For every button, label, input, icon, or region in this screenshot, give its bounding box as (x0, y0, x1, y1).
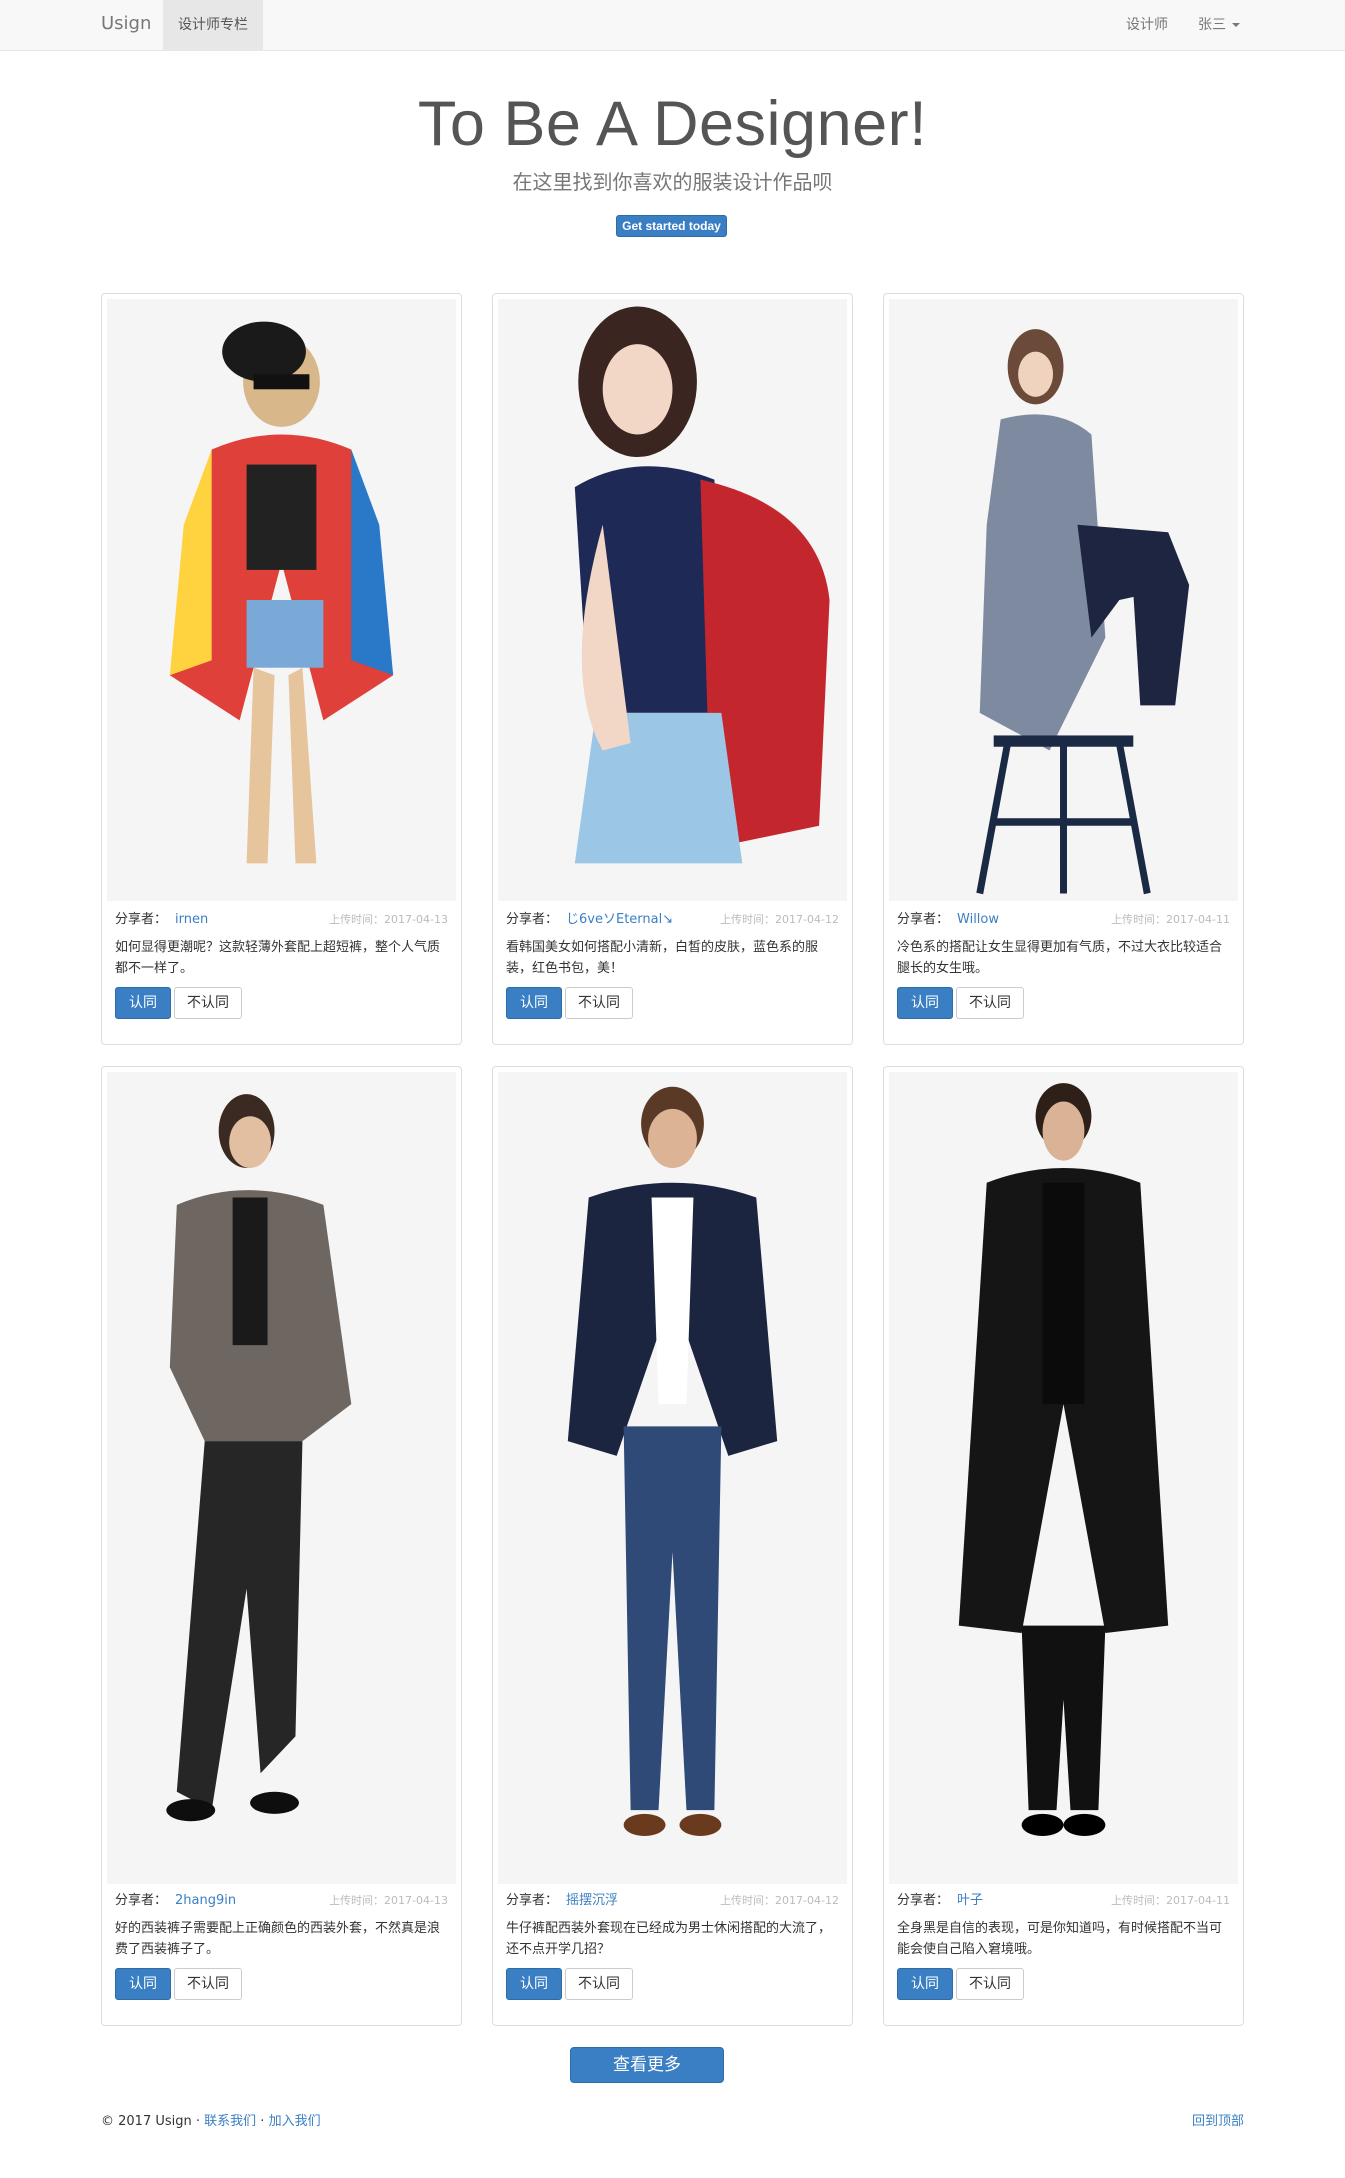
agree-button[interactable]: 认同 (897, 1968, 953, 2000)
design-card: 分享者： Willow 上传时间：2017-04-11 冷色系的搭配让女生显得更加… (883, 293, 1244, 1045)
upload-time: 上传时间：2017-04-11 (1111, 1894, 1230, 1907)
card-meta: 分享者： 2hang9in 上传时间：2017-04-13 (115, 1892, 448, 1910)
sharer-link[interactable]: 2hang9in (175, 1893, 236, 1908)
sharer-label: 分享者： (897, 912, 950, 927)
disagree-button[interactable]: 不认同 (174, 1968, 242, 2000)
sharer-link[interactable]: 摇摆沉浮 (566, 1893, 618, 1908)
nav-item-designer[interactable]: 设计师 (1126, 0, 1168, 50)
view-more-button[interactable]: 查看更多 (570, 2047, 724, 2083)
agree-button[interactable]: 认同 (506, 1968, 562, 2000)
card-meta: 分享者： じ6veソEternal↘ 上传时间：2017-04-12 (506, 911, 839, 929)
card-description: 好的西装裤子需要配上正确颜色的西装外套，不然真是浪费了西装裤子了。 (115, 1921, 441, 1957)
contact-us-link[interactable]: 联系我们 (204, 2114, 256, 2129)
back-to-top-link[interactable]: 回到顶部 (1192, 2113, 1244, 2131)
upload-time: 上传时间：2017-04-13 (329, 1894, 448, 1907)
sharer-link[interactable]: じ6veソEternal↘ (566, 912, 673, 927)
caret-down-icon (1232, 23, 1240, 27)
sharer-label: 分享者： (506, 912, 559, 927)
upload-time: 上传时间：2017-04-13 (329, 913, 448, 926)
disagree-button[interactable]: 不认同 (174, 987, 242, 1019)
design-image-girl-red-backpack[interactable] (498, 299, 847, 901)
agree-button[interactable]: 认同 (115, 1968, 171, 2000)
card-description: 牛仔裤配西装外套现在已经成为男士休闲搭配的大流了，还不点开学几招？ (506, 1921, 832, 1957)
footer-left: © 2017 Usign · 联系我们 · 加入我们 (101, 2113, 321, 2131)
sharer-link[interactable]: Willow (957, 912, 999, 927)
design-image-man-navy-blazer[interactable] (498, 1072, 847, 1884)
design-card: 分享者： 2hang9in 上传时间：2017-04-13 好的西装裤子需要配上正… (101, 1066, 462, 2026)
sharer-label: 分享者： (506, 1893, 559, 1908)
disagree-button[interactable]: 不认同 (956, 987, 1024, 1019)
user-menu-dropdown[interactable]: 张三 (1198, 0, 1240, 50)
sharer-label: 分享者： (115, 912, 168, 927)
upload-time: 上传时间：2017-04-12 (720, 1894, 839, 1907)
footer-separator: · (256, 2114, 269, 2129)
disagree-button[interactable]: 不认同 (565, 987, 633, 1019)
top-navbar: Usign 设计师专栏 设计师 张三 (0, 0, 1345, 51)
sharer-link[interactable]: 叶子 (957, 1893, 983, 1908)
card-description: 全身黑是自信的表现，可是你知道吗，有时候搭配不当可能会使自己陷入窘境哦。 (897, 1921, 1223, 1957)
design-image-man-black-coat[interactable] (889, 1072, 1238, 1884)
disagree-button[interactable]: 不认同 (956, 1968, 1024, 2000)
hero-title: To Be A Designer! (417, 89, 928, 159)
design-card: 分享者： 叶子 上传时间：2017-04-11 全身黑是自信的表现，可是你知道吗，… (883, 1066, 1244, 2026)
design-card: 分享者： irnen 上传时间：2017-04-13 如何显得更潮呢？这款轻薄外套… (101, 293, 462, 1045)
design-card: 分享者： じ6veソEternal↘ 上传时间：2017-04-12 看韩国美女如… (492, 293, 853, 1045)
sharer-label: 分享者： (115, 1893, 168, 1908)
card-meta: 分享者： irnen 上传时间：2017-04-13 (115, 911, 448, 929)
card-description: 冷色系的搭配让女生显得更加有气质，不过大衣比较适合腿长的女生哦。 (897, 940, 1223, 976)
brand-logo[interactable]: Usign (101, 13, 151, 35)
upload-time: 上传时间：2017-04-12 (720, 913, 839, 926)
design-image-woman-grey-coat[interactable] (889, 299, 1238, 901)
sharer-label: 分享者： (897, 1893, 950, 1908)
disagree-button[interactable]: 不认同 (565, 1968, 633, 2000)
agree-button[interactable]: 认同 (115, 987, 171, 1019)
sharer-link[interactable]: irnen (175, 912, 208, 927)
upload-time: 上传时间：2017-04-11 (1111, 913, 1230, 926)
join-us-link[interactable]: 加入我们 (269, 2114, 321, 2129)
design-card: 分享者： 摇摆沉浮 上传时间：2017-04-12 牛仔裤配西装外套现在已经成为男… (492, 1066, 853, 2026)
design-image-woman-printed-jacket[interactable] (107, 299, 456, 901)
card-meta: 分享者： Willow 上传时间：2017-04-11 (897, 911, 1230, 929)
nav-item-designer-column[interactable]: 设计师专栏 (163, 0, 263, 50)
card-meta: 分享者： 叶子 上传时间：2017-04-11 (897, 1892, 1230, 1910)
card-meta: 分享者： 摇摆沉浮 上传时间：2017-04-12 (506, 1892, 839, 1910)
copyright-text: © 2017 Usign · (101, 2114, 205, 2129)
design-image-man-grey-blazer[interactable] (107, 1072, 456, 1884)
card-description: 看韩国美女如何搭配小清新，白皙的皮肤，蓝色系的服装，红色书包，美！ (506, 940, 819, 976)
agree-button[interactable]: 认同 (897, 987, 953, 1019)
get-started-button[interactable]: Get started today (616, 215, 727, 237)
hero-subtitle: 在这里找到你喜欢的服装设计作品呗 (512, 170, 833, 194)
user-menu-label: 张三 (1198, 17, 1226, 33)
card-description: 如何显得更潮呢？这款轻薄外套配上超短裤，整个人气质都不一样了。 (115, 940, 441, 976)
agree-button[interactable]: 认同 (506, 987, 562, 1019)
